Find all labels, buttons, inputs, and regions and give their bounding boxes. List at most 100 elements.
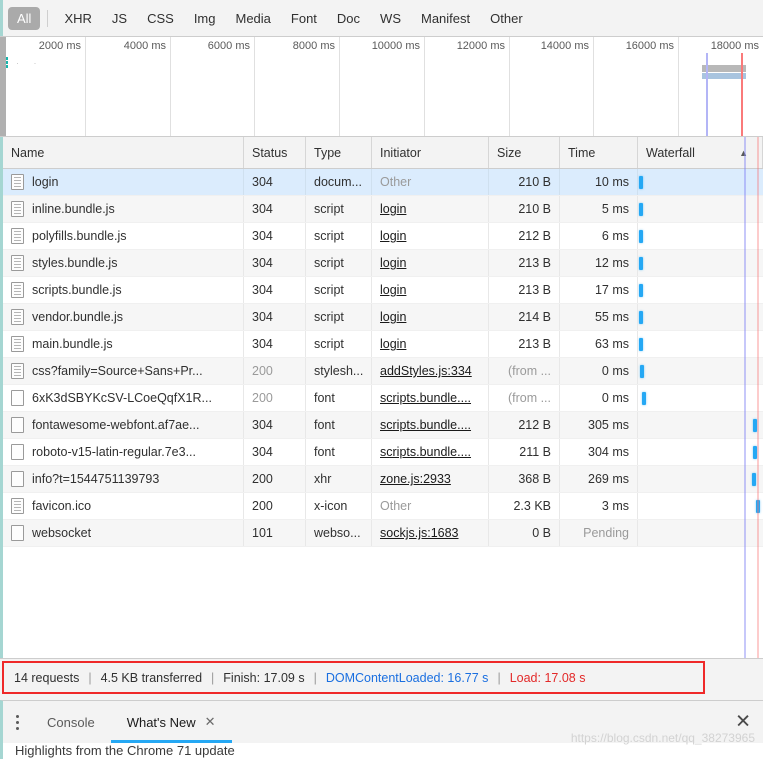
- network-summary-bar: 14 requests | 4.5 KB transferred | Finis…: [2, 661, 705, 694]
- file-icon: [11, 174, 24, 190]
- cell-size: 211 B: [489, 439, 560, 465]
- overview-gridline: [424, 37, 425, 136]
- initiator-link[interactable]: login: [380, 337, 406, 351]
- column-header-status[interactable]: Status: [244, 137, 306, 168]
- initiator-link[interactable]: login: [380, 283, 406, 297]
- filter-other[interactable]: Other: [481, 7, 532, 30]
- initiator-link[interactable]: scripts.bundle....: [380, 391, 471, 405]
- cell-size: 213 B: [489, 250, 560, 276]
- cell-size: 213 B: [489, 331, 560, 357]
- table-row[interactable]: 6xK3dSBYKcSV-LCoeQqfX1R... 200 font scripts…: [3, 385, 763, 412]
- cell-type: docum...: [306, 169, 372, 195]
- filter-doc[interactable]: Doc: [328, 7, 369, 30]
- whats-new-headline: Highlights from the Chrome 71 update: [15, 743, 235, 758]
- column-header-size[interactable]: Size: [489, 137, 560, 168]
- cell-time: 0 ms: [560, 358, 638, 384]
- initiator-link[interactable]: login: [380, 310, 406, 324]
- initiator-link[interactable]: zone.js:2933: [380, 472, 451, 486]
- cell-status: 200: [244, 385, 306, 411]
- column-header-type[interactable]: Type: [306, 137, 372, 168]
- table-row[interactable]: inline.bundle.js 304 script login 210 B5 ms: [3, 196, 763, 223]
- table-row[interactable]: css?family=Source+Sans+Pr... 200 stylesh..…: [3, 358, 763, 385]
- more-tools-kebab-icon[interactable]: [3, 701, 31, 743]
- column-header-waterfall-label: Waterfall: [646, 145, 695, 160]
- overview-tick-label: 6000 ms: [207, 40, 250, 52]
- filter-xhr[interactable]: XHR: [55, 7, 100, 30]
- filter-manifest[interactable]: Manifest: [412, 7, 479, 30]
- cell-status: 304: [244, 223, 306, 249]
- cell-type: script: [306, 277, 372, 303]
- cell-type: script: [306, 250, 372, 276]
- overview-gridline: [85, 37, 86, 136]
- waterfall-bar: [640, 365, 645, 378]
- column-header-name[interactable]: Name: [3, 137, 244, 168]
- cell-waterfall: [638, 520, 763, 546]
- request-name: main.bundle.js: [32, 337, 113, 351]
- initiator-link[interactable]: login: [380, 202, 406, 216]
- waterfall-bar: [638, 338, 643, 351]
- table-row[interactable]: roboto-v15-latin-regular.7e3... 304 font sc…: [3, 439, 763, 466]
- filter-css[interactable]: CSS: [138, 7, 183, 30]
- summary-domcontentloaded: DOMContentLoaded: 16.77 s: [325, 670, 489, 685]
- initiator-link[interactable]: login: [380, 229, 406, 243]
- cell-size: 2.3 KB: [489, 493, 560, 519]
- table-row[interactable]: scripts.bundle.js 304 script login 213 B 17 m…: [3, 277, 763, 304]
- table-row[interactable]: polyfills.bundle.js 304 script login 212 B6 …: [3, 223, 763, 250]
- overview-gridlines: 2000 ms 4000 ms 6000 ms 8000 ms 10000 ms 1200…: [0, 37, 763, 136]
- table-row[interactable]: login 304 docum... Other 210 B 10 ms: [3, 169, 763, 196]
- waterfall-bar: [638, 230, 643, 243]
- filter-ws[interactable]: WS: [371, 7, 410, 30]
- filter-js[interactable]: JS: [103, 7, 136, 30]
- cell-time: 305 ms: [560, 412, 638, 438]
- column-header-time[interactable]: Time: [560, 137, 638, 168]
- column-header-initiator[interactable]: Initiator: [372, 137, 489, 168]
- table-row[interactable]: styles.bundle.js 304 script login 213 B 12 ms: [3, 250, 763, 277]
- overview-request-band-1: [702, 65, 746, 72]
- cell-name: polyfills.bundle.js: [3, 223, 244, 249]
- filter-all[interactable]: All: [8, 6, 41, 30]
- network-overview-timeline[interactable]: 2000 ms 4000 ms 6000 ms 8000 ms 10000 ms 1200…: [0, 37, 763, 137]
- request-name: fontawesome-webfont.af7ae...: [32, 418, 200, 432]
- initiator-link[interactable]: sockjs.js:1683: [380, 526, 459, 540]
- file-icon: [11, 417, 24, 433]
- drawer-close-icon[interactable]: ✕: [735, 713, 751, 732]
- table-row[interactable]: info?t=1544751139793 200 xhr zone.js:2933 36…: [3, 466, 763, 493]
- overview-tick-label: 8000 ms: [292, 40, 335, 52]
- drawer-tab-console[interactable]: Console: [31, 701, 111, 743]
- drawer-tab-whats-new[interactable]: What's New ✕: [110, 701, 232, 743]
- cell-type: script: [306, 223, 372, 249]
- summary-requests: 14 requests: [14, 670, 80, 685]
- table-row[interactable]: websocket 101 webso... sockjs.js:1683 0 B Pen…: [3, 520, 763, 547]
- cell-size: 212 B: [489, 223, 560, 249]
- table-row[interactable]: fontawesome-webfont.af7ae... 304 font scrip…: [3, 412, 763, 439]
- request-name: websocket: [32, 526, 92, 540]
- initiator-link[interactable]: login: [380, 256, 406, 270]
- cell-initiator: login: [372, 304, 489, 330]
- column-header-waterfall[interactable]: Waterfall ▲: [638, 137, 763, 168]
- cell-name: scripts.bundle.js: [3, 277, 244, 303]
- filter-font[interactable]: Font: [282, 7, 326, 30]
- file-icon: [11, 228, 24, 244]
- close-icon[interactable]: ✕: [205, 714, 216, 730]
- overview-tick-label: 2000 ms: [38, 40, 81, 52]
- initiator-link[interactable]: scripts.bundle....: [380, 445, 471, 459]
- table-row[interactable]: vendor.bundle.js 304 script login 214 B 55 ms: [3, 304, 763, 331]
- cell-initiator: addStyles.js:334: [372, 358, 489, 384]
- file-icon: [11, 390, 24, 406]
- initiator-link[interactable]: addStyles.js:334: [380, 364, 472, 378]
- overview-gridline: [339, 37, 340, 136]
- cell-waterfall: [638, 277, 763, 303]
- cell-initiator: login: [372, 196, 489, 222]
- filter-media[interactable]: Media: [226, 7, 279, 30]
- cell-waterfall: [638, 439, 763, 465]
- waterfall-bar: [638, 257, 643, 270]
- table-row[interactable]: main.bundle.js 304 script login 213 B 63 ms: [3, 331, 763, 358]
- cell-initiator: login: [372, 250, 489, 276]
- table-row[interactable]: favicon.ico 200 x-icon Other 2.3 KB 3 ms: [3, 493, 763, 520]
- cell-name: fontawesome-webfont.af7ae...: [3, 412, 244, 438]
- request-name: info?t=1544751139793: [32, 472, 160, 486]
- overview-left-resize-handle[interactable]: [0, 37, 6, 136]
- filter-img[interactable]: Img: [185, 7, 225, 30]
- initiator-link[interactable]: scripts.bundle....: [380, 418, 471, 432]
- cell-size: 368 B: [489, 466, 560, 492]
